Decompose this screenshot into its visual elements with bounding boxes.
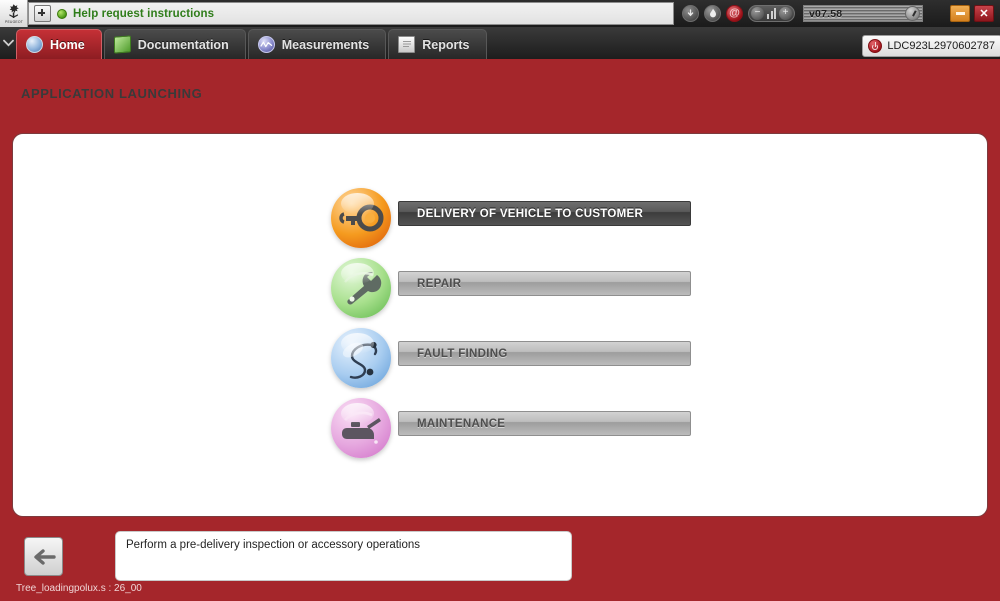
menu-label-repair: REPAIR: [417, 277, 462, 290]
menu-item-maintenance[interactable]: MAINTENANCE: [331, 393, 691, 463]
menu-button-repair[interactable]: REPAIR: [398, 271, 691, 296]
description-text: Perform a pre-delivery inspection or acc…: [126, 539, 421, 551]
content-panel: DELIVERY OF VEHICLE TO CUSTOMER REPAIR F…: [12, 133, 988, 517]
measurements-waveform-icon: [257, 36, 275, 53]
menu-label-maintenance: MAINTENANCE: [417, 417, 506, 430]
home-globe-icon: [26, 36, 43, 53]
gauge-icon: [905, 6, 920, 21]
menu-item-fault-finding[interactable]: FAULT FINDING: [331, 323, 691, 393]
tab-measurements[interactable]: Measurements: [247, 29, 387, 59]
tab-bar: Home Documentation Measurements Reports: [0, 27, 1000, 59]
version-bar: v07.58: [803, 5, 923, 22]
key-handover-icon: [331, 188, 391, 248]
application-window: PEUGEOT Help request instructions @ − + …: [0, 0, 1000, 601]
title-strip: Help request instructions: [28, 2, 674, 25]
description-panel: Perform a pre-delivery inspection or acc…: [115, 531, 572, 581]
documentation-book-icon: [113, 35, 131, 54]
page-title: APPLICATION LAUNCHING: [21, 86, 203, 101]
volume-down-button[interactable]: −: [751, 7, 764, 20]
email-at-icon[interactable]: @: [726, 5, 743, 22]
flame-icon[interactable]: [704, 5, 721, 22]
oil-can-icon: [331, 398, 391, 458]
vehicle-vin-display[interactable]: LDC923L2970602787: [862, 35, 1000, 57]
tab-home[interactable]: Home: [16, 29, 102, 59]
at-glyph: @: [729, 7, 740, 19]
tab-reports-label: Reports: [422, 37, 470, 52]
chevron-down-icon[interactable]: [0, 27, 16, 59]
version-label: v07.58: [809, 7, 843, 20]
toolbar-tools: @ − + v07.58 ✕: [674, 0, 1000, 27]
tab-documentation-label: Documentation: [137, 37, 229, 52]
reports-document-icon: [398, 36, 416, 53]
close-button[interactable]: ✕: [974, 5, 994, 22]
back-arrow-icon[interactable]: [24, 537, 63, 576]
power-icon[interactable]: [868, 39, 883, 53]
expand-plus-button[interactable]: [34, 5, 51, 22]
window-controls: ✕: [950, 5, 1000, 22]
menu-label-fault-finding: FAULT FINDING: [417, 347, 508, 360]
menu-button-fault-finding[interactable]: FAULT FINDING: [398, 341, 691, 366]
menu-label-delivery: DELIVERY OF VEHICLE TO CUSTOMER: [417, 207, 644, 220]
tab-reports[interactable]: Reports: [388, 29, 487, 59]
volume-level-bars: [765, 8, 778, 19]
application-menu-list: DELIVERY OF VEHICLE TO CUSTOMER REPAIR F…: [331, 183, 691, 463]
tab-documentation[interactable]: Documentation: [103, 29, 246, 59]
wrench-icon: [331, 258, 391, 318]
volume-control[interactable]: − +: [748, 5, 795, 22]
status-bar-text: Tree_loadingpolux.s : 26_00: [16, 583, 142, 594]
window-title: Help request instructions: [73, 7, 215, 20]
volume-up-button[interactable]: +: [779, 7, 792, 20]
status-indicator-icon: [57, 8, 67, 19]
download-icon[interactable]: [682, 5, 699, 22]
menu-item-delivery[interactable]: DELIVERY OF VEHICLE TO CUSTOMER: [331, 183, 691, 253]
tab-measurements-label: Measurements: [281, 37, 370, 52]
minimize-button[interactable]: [950, 5, 970, 22]
peugeot-lion-logo: PEUGEOT: [0, 0, 28, 27]
tab-home-label: Home: [50, 37, 85, 52]
title-bar: PEUGEOT Help request instructions @ − + …: [0, 0, 1000, 27]
menu-button-maintenance[interactable]: MAINTENANCE: [398, 411, 691, 436]
vin-label: LDC923L2970602787: [887, 40, 995, 52]
menu-button-delivery[interactable]: DELIVERY OF VEHICLE TO CUSTOMER: [398, 201, 691, 226]
menu-item-repair[interactable]: REPAIR: [331, 253, 691, 323]
stethoscope-icon: [331, 328, 391, 388]
svg-text:PEUGEOT: PEUGEOT: [5, 20, 23, 24]
